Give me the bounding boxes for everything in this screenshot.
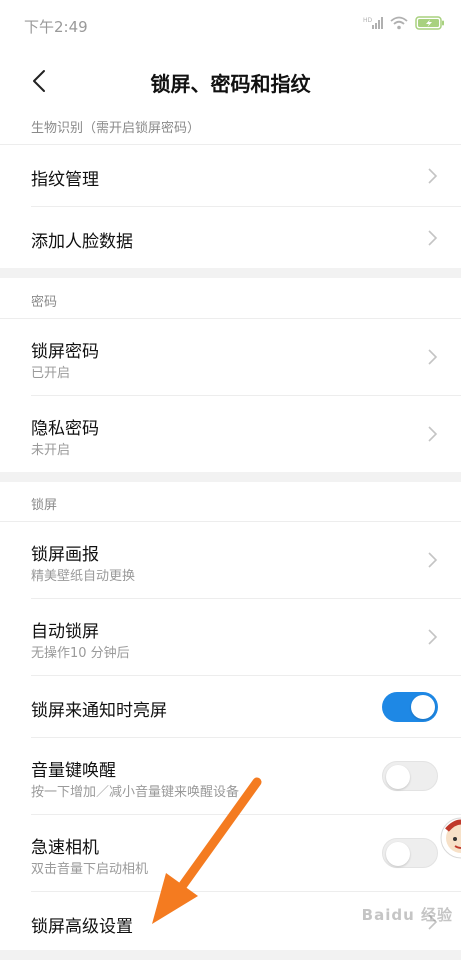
row-label: 锁屏密码 (31, 342, 99, 362)
status-time: 下午2:49 (24, 18, 88, 36)
row-lock-screen-magazine[interactable]: 锁屏画报 精美壁纸自动更换 (0, 522, 461, 598)
section-title-password: 密码 (31, 295, 58, 310)
chevron-right-icon (428, 426, 438, 442)
row-privacy-password[interactable]: 隐私密码 未开启 (0, 396, 461, 472)
row-label: 锁屏来通知时亮屏 (31, 701, 167, 721)
page-title: 锁屏、密码和指纹 (150, 72, 311, 96)
status-bar: 下午2:49 HD (0, 0, 461, 50)
row-quick-camera: 急速相机 双击音量下启动相机 (0, 815, 461, 891)
row-subtitle: 已开启 (31, 366, 71, 381)
mascot-sticker-icon (440, 817, 461, 859)
section-gap (0, 472, 461, 482)
row-lock-screen-password[interactable]: 锁屏密码 已开启 (0, 319, 461, 395)
row-add-face-data[interactable]: 添加人脸数据 (0, 207, 461, 268)
section-title-biometrics: 生物识别（需开启锁屏密码） (31, 121, 201, 136)
wake-on-notification-toggle[interactable] (382, 692, 438, 722)
row-label: 音量键唤醒 (31, 761, 116, 781)
row-label: 锁屏高级设置 (31, 917, 133, 937)
row-subtitle: 按一下增加／减小音量键来唤醒设备 (31, 785, 240, 800)
row-subtitle: 双击音量下启动相机 (31, 862, 149, 877)
row-fingerprint-management[interactable]: 指纹管理 (0, 145, 461, 206)
battery-charging-icon (415, 15, 445, 34)
chevron-right-icon (428, 629, 438, 645)
chevron-right-icon (428, 230, 438, 246)
chevron-right-icon (428, 552, 438, 568)
volume-key-wake-toggle[interactable] (382, 761, 438, 791)
row-label: 添加人脸数据 (31, 232, 133, 252)
row-auto-lock[interactable]: 自动锁屏 无操作10 分钟后 (0, 599, 461, 675)
row-subtitle: 未开启 (31, 443, 71, 458)
hd-signal-icon: HD (363, 15, 383, 34)
row-volume-key-wake: 音量键唤醒 按一下增加／减小音量键来唤醒设备 (0, 738, 461, 814)
quick-camera-toggle[interactable] (382, 838, 438, 868)
row-label: 隐私密码 (31, 419, 99, 439)
watermark: Baidu 经验 (361, 906, 453, 924)
section-gap (0, 268, 461, 278)
title-bar: 锁屏、密码和指纹 (0, 50, 461, 112)
bottom-strip (0, 950, 461, 960)
chevron-right-icon (428, 349, 438, 365)
chevron-right-icon (428, 168, 438, 184)
wifi-icon (390, 15, 408, 34)
section-title-lockscreen: 锁屏 (31, 498, 58, 513)
status-icons: HD (363, 15, 445, 34)
row-label: 锁屏画报 (31, 545, 99, 565)
toggle-knob (386, 765, 410, 789)
svg-text:HD: HD (363, 17, 373, 24)
row-subtitle: 精美壁纸自动更换 (31, 569, 136, 584)
row-subtitle: 无操作10 分钟后 (31, 646, 130, 661)
row-label: 急速相机 (31, 838, 99, 858)
row-label: 自动锁屏 (31, 622, 99, 642)
toggle-knob (411, 695, 435, 719)
toggle-knob (386, 842, 410, 866)
row-label: 指纹管理 (31, 170, 99, 190)
row-wake-on-notification: 锁屏来通知时亮屏 (0, 676, 461, 737)
